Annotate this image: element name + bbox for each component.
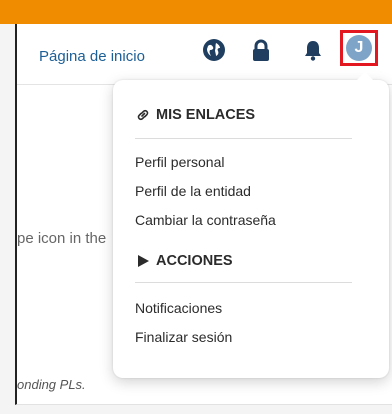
menu-item-notifications[interactable]: Notificaciones xyxy=(135,300,222,316)
actions-section-title: ACCIONES xyxy=(156,253,233,269)
divider xyxy=(135,282,352,283)
lock-icon[interactable] xyxy=(248,37,274,63)
header-bar: Página de inicio J xyxy=(17,24,392,85)
links-section-header: MIS ENLACES xyxy=(135,107,255,123)
divider xyxy=(135,138,352,139)
links-section-title: MIS ENLACES xyxy=(156,107,256,123)
background-text-fragment: pe icon in the xyxy=(17,230,107,247)
globe-icon[interactable] xyxy=(201,37,227,63)
link-icon xyxy=(137,109,149,121)
play-icon xyxy=(138,255,149,267)
menu-item-entity-profile[interactable]: Perfil de la entidad xyxy=(135,183,251,199)
menu-item-logout[interactable]: Finalizar sesión xyxy=(135,329,232,345)
user-dropdown-menu: MIS ENLACES Perfil personal Perfil de la… xyxy=(113,72,389,378)
menu-item-change-password[interactable]: Cambiar la contraseña xyxy=(135,212,276,228)
dropdown-caret xyxy=(356,72,374,81)
avatar-highlight: J xyxy=(340,30,378,66)
bell-icon[interactable] xyxy=(300,37,326,63)
top-accent-strip xyxy=(0,0,392,24)
background-text-fragment-2: onding PLs. xyxy=(17,377,86,392)
home-link[interactable]: Página de inicio xyxy=(39,48,145,65)
menu-item-personal-profile[interactable]: Perfil personal xyxy=(135,154,225,170)
actions-section-header: ACCIONES xyxy=(135,253,233,269)
user-avatar[interactable]: J xyxy=(346,35,372,61)
